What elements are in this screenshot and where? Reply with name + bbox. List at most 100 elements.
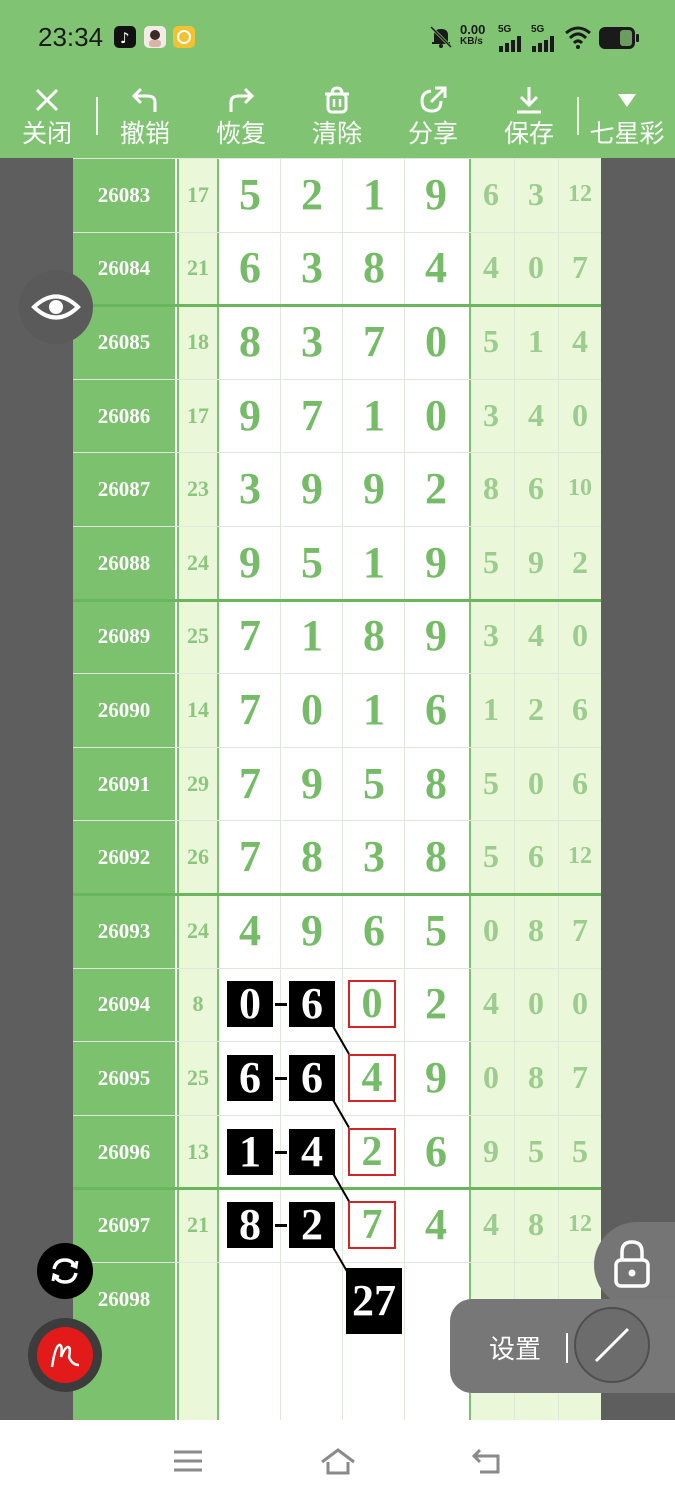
draw-digit: 7 [239, 832, 261, 882]
draw-digit: 4 [239, 905, 261, 955]
draw-digit: 5 [301, 537, 323, 587]
close-button[interactable]: 关闭 [15, 75, 79, 158]
draw-digit: 7 [239, 611, 261, 661]
settings-panel: 设置 [450, 1299, 675, 1393]
home-icon[interactable] [319, 1446, 357, 1480]
tail-value: 1 [483, 691, 499, 727]
sum-value: 14 [187, 697, 209, 722]
eye-toggle-button[interactable] [19, 270, 93, 344]
tail-value: 2 [572, 543, 588, 580]
draw-digit: 9 [425, 169, 447, 219]
issue-number: 26095 [97, 1066, 151, 1090]
issue-number: 26086 [97, 403, 151, 428]
tail-value: 5 [572, 1132, 588, 1169]
sum-value: 29 [187, 770, 209, 796]
issue-number: 26090 [97, 698, 151, 722]
pen-tool-button[interactable] [28, 1318, 102, 1392]
settings-button[interactable]: 设置 [489, 1329, 541, 1366]
tail-value: 7 [572, 1059, 588, 1095]
highlighted-digit: 4 [348, 1054, 396, 1102]
row-divider [73, 1187, 601, 1191]
share-icon [400, 79, 466, 119]
draw-digit: 8 [363, 243, 385, 293]
undo-icon [112, 79, 178, 119]
tail-value: 4 [528, 617, 544, 654]
tail-value: 9 [483, 1132, 499, 1169]
clock: 23:34 [38, 22, 104, 52]
sum-value: 25 [187, 1065, 209, 1090]
tail-value: 5 [483, 543, 499, 580]
line-tool-icon [594, 1327, 630, 1363]
tail-value: 6 [572, 691, 588, 727]
draw-digit: 0 [301, 685, 323, 734]
tail-value: 12 [568, 180, 592, 207]
tail-value: 6 [528, 470, 544, 507]
tail-value: 5 [483, 323, 499, 359]
marked-digit: 4 [289, 1128, 335, 1175]
marked-digit: 6 [289, 981, 335, 1028]
draw-digit: 7 [239, 758, 261, 808]
status-bar: 23:34 ♪ 0.00 KB/s 5G 5G [0, 0, 675, 75]
sum-value: 17 [187, 181, 209, 207]
battery-icon [598, 26, 640, 54]
row-divider [73, 1041, 601, 1043]
undo-button[interactable]: 撤销 [112, 75, 178, 158]
close-icon [15, 79, 79, 119]
tail-value: 0 [572, 396, 588, 433]
row-divider [73, 673, 601, 675]
lottery-type-dropdown[interactable]: 七星彩 [586, 75, 668, 158]
draw-digit: 7 [363, 317, 385, 366]
tail-value: 5 [528, 1132, 544, 1169]
sum-value: 24 [187, 917, 209, 943]
tail-value: 8 [483, 470, 499, 507]
draw-digit: 6 [425, 685, 447, 734]
clear-button[interactable]: 清除 [304, 75, 370, 158]
settings-divider [566, 1333, 568, 1363]
toolbar-divider [577, 97, 579, 135]
draw-digit: 3 [363, 832, 385, 882]
menu-icon[interactable] [172, 1448, 204, 1478]
eye-icon [31, 294, 81, 320]
draw-digit: 0 [425, 390, 447, 440]
refresh-button[interactable] [37, 1243, 93, 1299]
row-divider [73, 746, 601, 748]
row-divider [73, 1262, 601, 1263]
draw-digit: 1 [363, 685, 385, 734]
tail-value: 3 [528, 175, 544, 212]
result-label: 27 [346, 1268, 402, 1334]
back-icon[interactable] [470, 1446, 504, 1480]
sum-value: 21 [187, 255, 209, 281]
draw-digit: 7 [239, 685, 261, 734]
highlighted-digit: 0 [348, 980, 396, 1029]
tail-value: 4 [483, 1206, 499, 1243]
line-tool-button[interactable] [574, 1307, 650, 1383]
draw-digit: 1 [301, 611, 323, 661]
redo-button[interactable]: 恢复 [208, 75, 274, 158]
tail-value: 0 [528, 764, 544, 801]
tail-value: 6 [572, 764, 588, 801]
wifi-icon [564, 25, 592, 53]
refresh-icon [51, 1258, 79, 1284]
mute-bell-icon [428, 24, 454, 54]
lock-button[interactable] [594, 1222, 675, 1308]
tail-value: 8 [528, 1059, 544, 1095]
draw-digit: 3 [301, 317, 323, 366]
draw-digit: 1 [363, 537, 385, 587]
marked-digit: 8 [227, 1202, 273, 1249]
issue-number: 26087 [97, 477, 151, 502]
save-button[interactable]: 保存 [496, 75, 562, 158]
row-divider [73, 158, 601, 159]
share-button[interactable]: 分享 [400, 75, 466, 158]
draw-digit: 6 [363, 905, 385, 955]
draw-digit: 6 [239, 243, 261, 293]
tail-value: 5 [483, 838, 499, 875]
sum-value: 17 [187, 402, 209, 428]
avatar-app-icon [144, 26, 166, 48]
row-divider [73, 304, 601, 308]
sum-value: 23 [187, 476, 209, 502]
row-divider [73, 598, 601, 602]
draw-digit: 2 [425, 464, 447, 514]
tail-value: 2 [528, 691, 544, 727]
draw-digit: 3 [239, 464, 261, 514]
draw-history-grid[interactable]: 26083 17 5 2 1 9 6 3 12 26084 21 6 3 8 4 4 0 7 26085 18 8 3 7 0… [73, 158, 601, 1420]
